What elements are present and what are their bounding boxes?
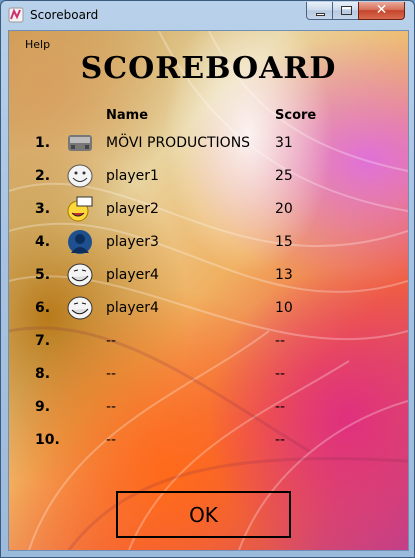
troll-face-icon [67,164,93,188]
rank-label: 6. [35,300,51,316]
score-row: 2. player1 25 [9,160,408,193]
movi-logo-icon [68,135,92,151]
rank-label: 8. [35,366,51,382]
rank-label: 5. [35,267,51,283]
rank-label: 10. [35,432,60,448]
player-name: -- [106,333,117,349]
player-score: 10 [275,300,293,316]
client-area: Help SCOREBOARD Name Score 1. MÖVI PRODU… [8,30,409,551]
maximize-icon [341,6,352,15]
score-row: 1. MÖVI PRODUCTIONS 31 [9,127,408,160]
score-row: 5. player4 13 [9,259,408,292]
rank-label: 4. [35,234,51,250]
lol-face-icon [67,196,93,222]
rank-label: 9. [35,399,51,415]
score-row: 7. -- -- [9,325,408,358]
close-button[interactable]: ✕ [358,2,405,20]
ok-button[interactable]: OK [116,491,291,538]
player-name: -- [106,432,117,448]
score-row: 4. player3 15 [9,226,408,259]
column-header-name: Name [106,108,149,123]
player-name: player3 [106,234,159,250]
player-name: player4 [106,267,159,283]
player-name: player2 [106,201,159,217]
player-score: -- [275,399,286,415]
score-row: 6. player4 10 [9,292,408,325]
rank-label: 7. [35,333,51,349]
player-score: -- [275,366,286,382]
player-name: MÖVI PRODUCTIONS [106,135,251,151]
title-bar[interactable]: Scoreboard ✕ [1,1,414,29]
rank-label: 1. [35,135,51,151]
player-name: player1 [106,168,159,184]
player-score: 13 [275,267,293,283]
troll-face-icon [67,296,93,320]
close-icon: ✕ [375,2,388,18]
app-icon [8,7,24,23]
player-name: -- [106,366,117,382]
score-row: 9. -- -- [9,391,408,424]
maximize-button[interactable] [332,2,359,20]
player-score: -- [275,432,286,448]
player-score: 20 [275,201,293,217]
player-score: 31 [275,135,293,151]
player-score: -- [275,333,286,349]
rank-label: 3. [35,201,51,217]
minimize-icon [316,13,325,16]
player-score: 15 [275,234,293,250]
player-score: 25 [275,168,293,184]
scoreboard-window: Scoreboard ✕ Help SCOREBOARD Name Score … [0,0,415,558]
score-row: 3. player2 20 [9,193,408,226]
player-name: -- [106,399,117,415]
help-menu[interactable]: Help [25,38,50,51]
player-name: player4 [106,300,159,316]
column-header-score: Score [275,108,317,123]
score-row: 10. -- -- [9,424,408,457]
user-silhouette-icon [68,230,92,254]
minimize-button[interactable] [306,2,333,20]
troll-face-icon [67,263,93,287]
rank-label: 2. [35,168,51,184]
score-row: 8. -- -- [9,358,408,391]
page-title: SCOREBOARD [80,51,337,86]
window-title: Scoreboard [30,8,99,22]
